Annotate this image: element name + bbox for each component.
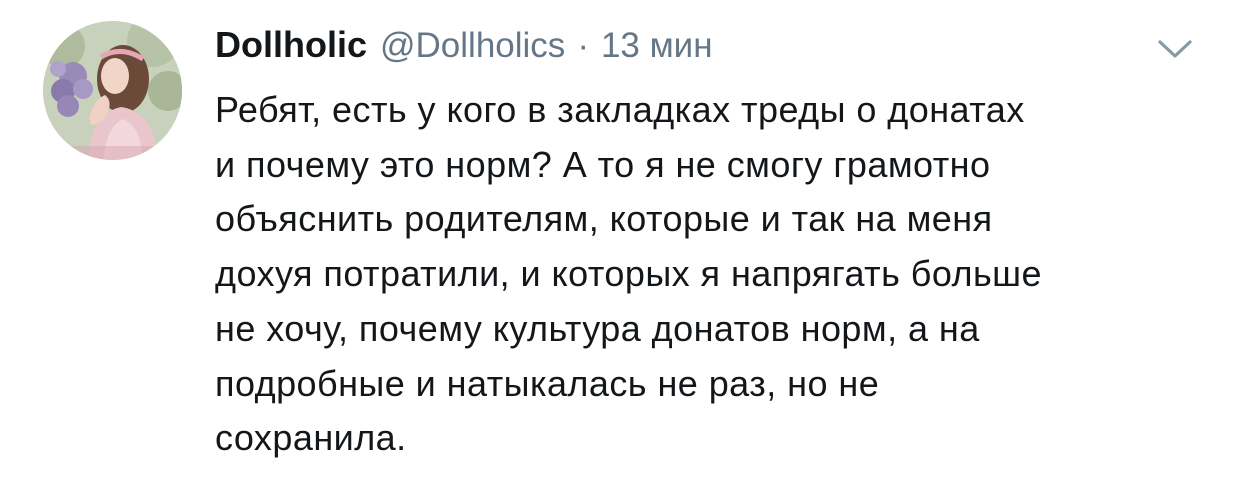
avatar-image bbox=[43, 21, 182, 160]
tweet-menu-button[interactable] bbox=[1155, 36, 1195, 62]
avatar[interactable] bbox=[43, 21, 182, 160]
tweet-timestamp[interactable]: 13 мин bbox=[601, 26, 713, 66]
separator-dot: · bbox=[577, 26, 589, 65]
chevron-down-icon bbox=[1158, 40, 1192, 58]
tweet-header: Dollholic @Dollholics · 13 мин bbox=[215, 24, 713, 74]
author-display-name[interactable]: Dollholic bbox=[215, 24, 367, 66]
tweet-text: Ребят, есть у кого в закладках треды о д… bbox=[215, 89, 1042, 459]
author-handle[interactable]: @Dollholics bbox=[380, 26, 565, 66]
tweet: Dollholic @Dollholics · 13 мин Ребят, ес… bbox=[0, 0, 1242, 479]
